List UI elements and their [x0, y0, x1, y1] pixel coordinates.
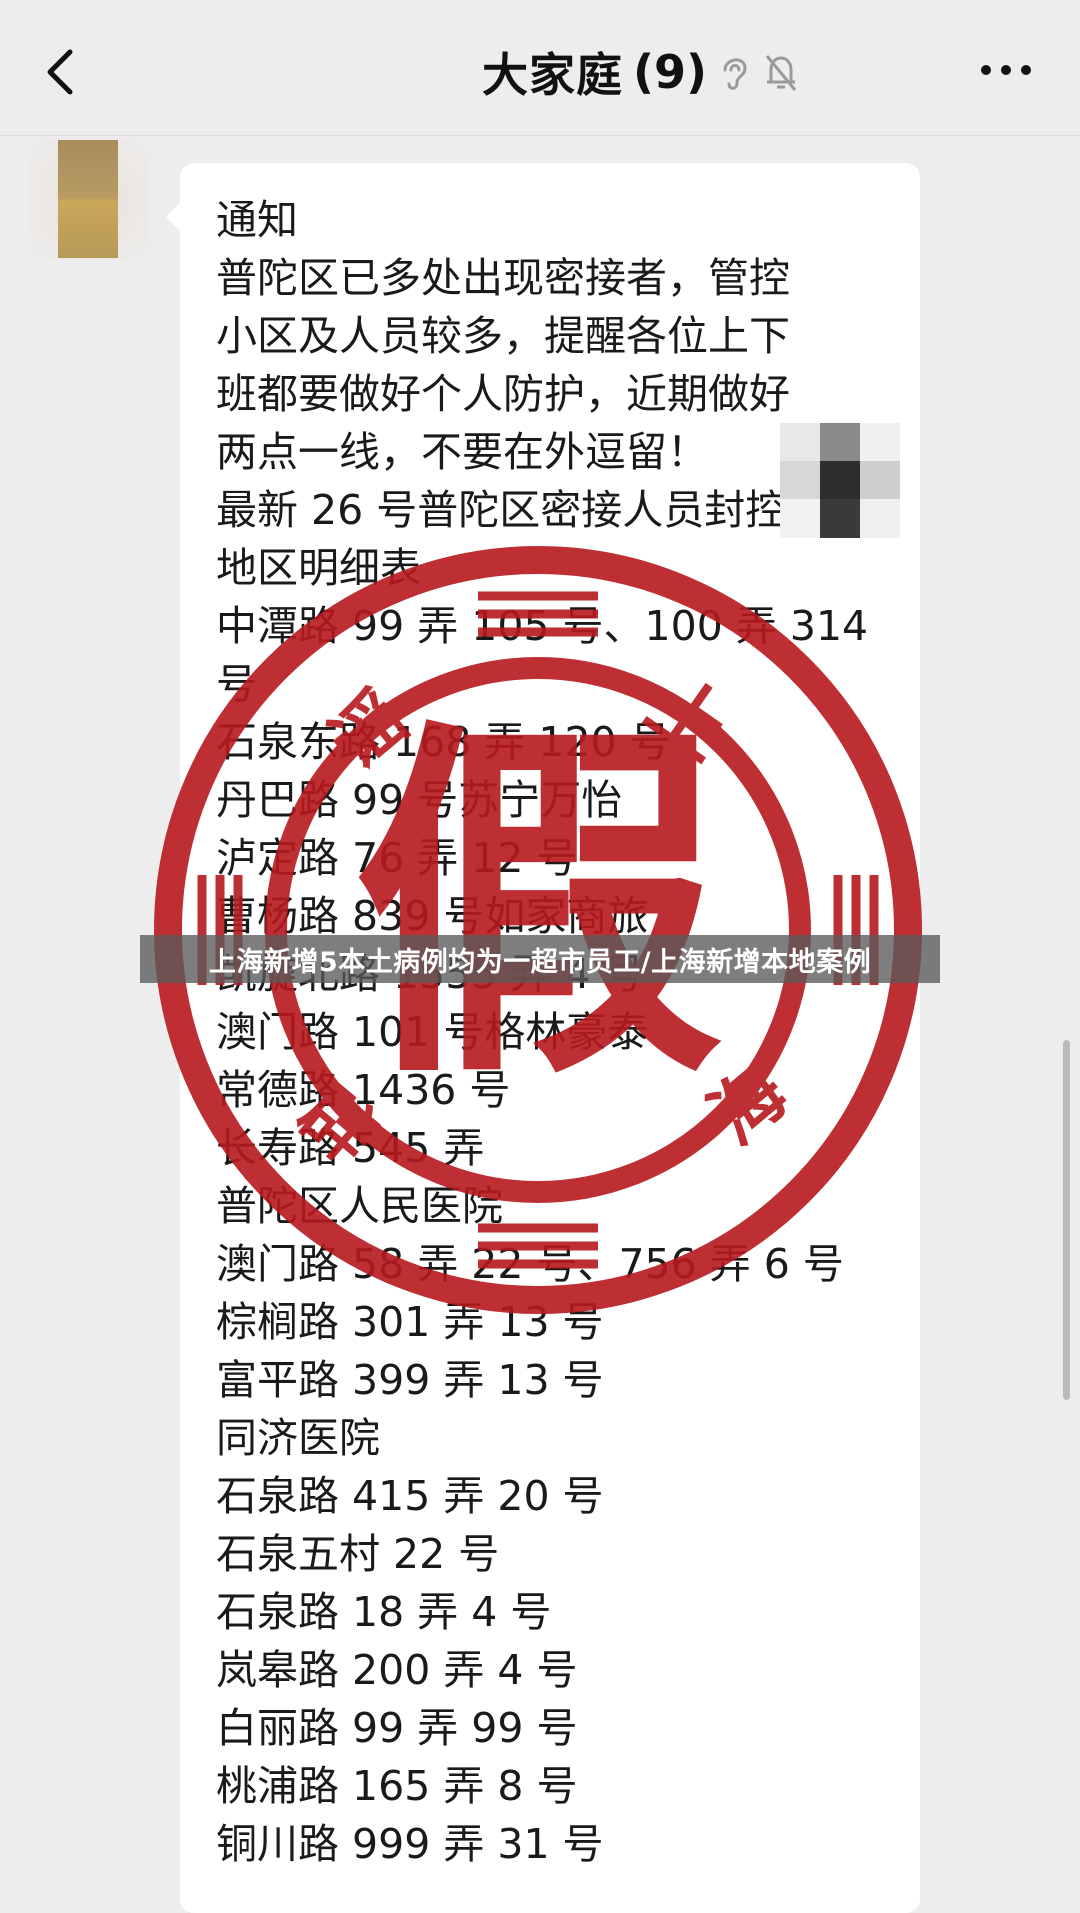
message-line: 常德路 1436 号 [216, 1066, 511, 1114]
message-line: 石泉路 415 弄 20 号 [216, 1472, 604, 1520]
message-line: 丹巴路 99 号苏宁万怡 [216, 776, 623, 824]
message-bubble[interactable]: 通知普陀区已多处出现密接者，管控 小区及人员较多，提醒各位上下 班都要做好个人防护，… [166, 163, 920, 1913]
message-line: 长寿路 545 弄 [216, 1124, 485, 1172]
message-line: 地区明细表 [216, 544, 421, 592]
mosaic-blur [780, 423, 900, 538]
bell-muted-icon [765, 55, 797, 91]
message-line: 普陀区人民医院 [216, 1182, 503, 1230]
message-line: 泸定路 76 弄 12 号 [216, 834, 578, 882]
message-line: 班都要做好个人防护，近期做好 [216, 370, 790, 418]
message-line: 岚皋路 200 弄 4 号 [216, 1646, 578, 1694]
message-line: 棕榈路 301 弄 13 号 [216, 1298, 604, 1346]
caption-banner: 上海新增5本土病例均为一超市员工/上海新增本地案例 [140, 935, 940, 983]
caption-text: 上海新增5本土病例均为一超市员工/上海新增本地案例 [208, 946, 872, 978]
chat-header: 大家庭 (9) [0, 0, 1080, 136]
message-line: 普陀区已多处出现密接者，管控 [216, 254, 790, 302]
more-dots-icon[interactable] [976, 58, 1036, 82]
member-count: (9) [633, 45, 708, 99]
scrollbar[interactable] [1063, 1040, 1070, 1400]
chevron-left-icon[interactable] [40, 48, 80, 96]
message-line: 铜川路 999 弄 31 号 [216, 1820, 604, 1868]
message-line: 中潭路 99 弄 105 号、100 弄 314 [216, 602, 869, 650]
chat-title[interactable]: 大家庭 (9) [482, 42, 799, 102]
message-line: 桃浦路 165 弄 8 号 [216, 1762, 578, 1810]
message-line: 石泉东路 168 弄 120 号 [216, 718, 671, 766]
ear-icon [723, 58, 747, 90]
message-line: 澳门路 101 号格林豪泰 [216, 1008, 649, 1056]
message-line: 通知 [216, 196, 298, 244]
message-line: 白丽路 99 弄 99 号 [216, 1704, 578, 1752]
message-line: 石泉路 18 弄 4 号 [216, 1588, 552, 1636]
message-line: 富平路 399 弄 13 号 [216, 1356, 604, 1404]
message-line: 澳门路 58 弄 22 号、756 弄 6 号 [216, 1240, 844, 1288]
message-line: 小区及人员较多，提醒各位上下 [216, 312, 790, 360]
message-line: 石泉五村 22 号 [216, 1530, 500, 1578]
message-line: 同济医院 [216, 1414, 380, 1462]
chat-name: 大家庭 [482, 48, 623, 102]
sender-avatar[interactable] [58, 140, 118, 258]
message-line: 号 [216, 660, 257, 708]
